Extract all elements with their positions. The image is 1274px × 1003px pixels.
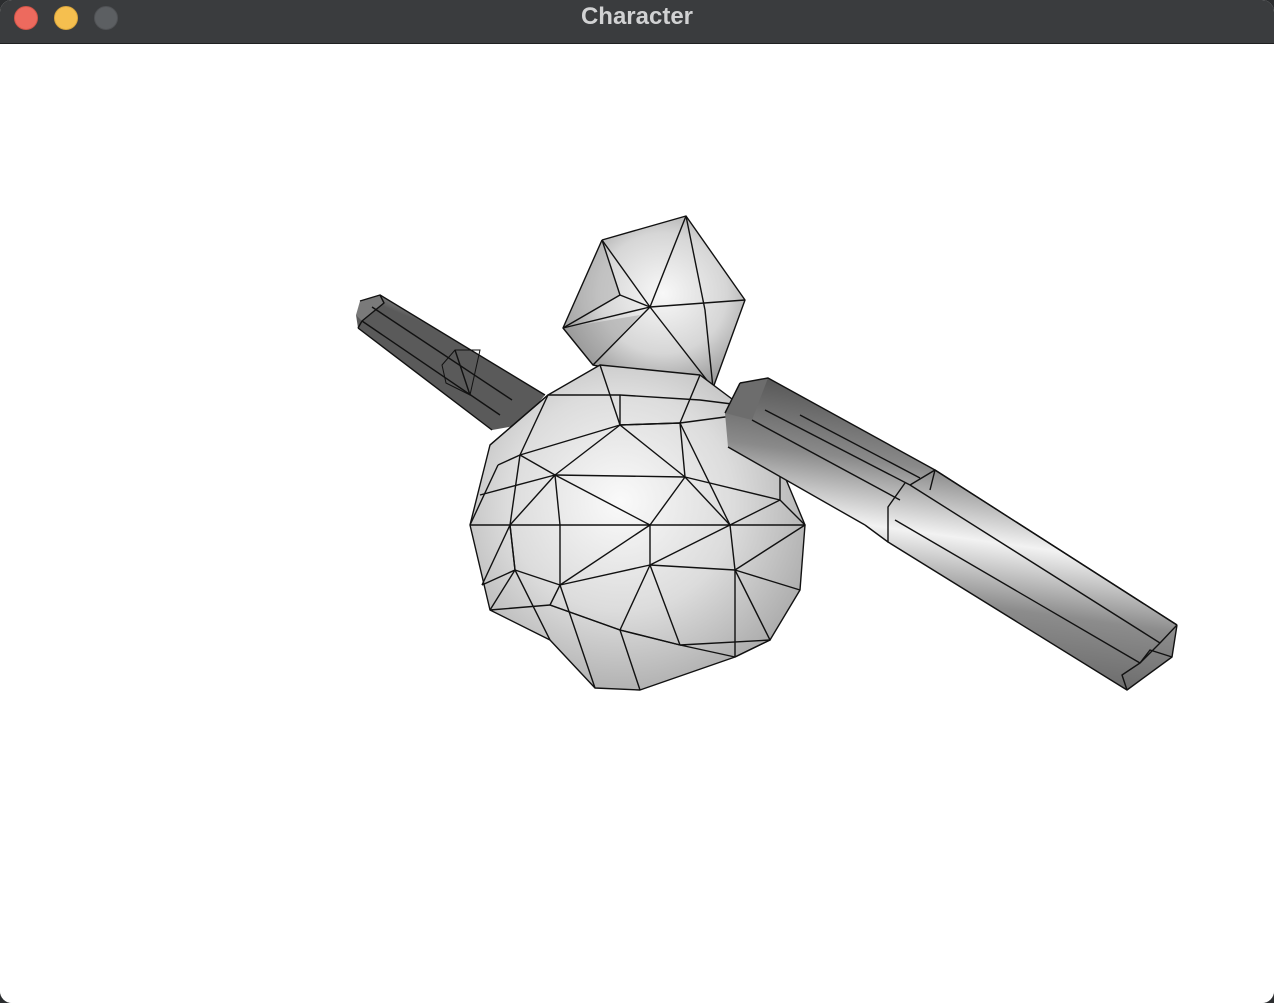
head-polyhedron	[562, 215, 746, 389]
app-window: Character	[0, 0, 1274, 1003]
window-title: Character	[580, 3, 694, 30]
3d-viewport[interactable]	[0, 45, 1274, 1003]
scene-canvas[interactable]	[0, 45, 1274, 1003]
left-arm-cylinder	[356, 294, 546, 431]
title-bar[interactable]: Character	[0, 0, 1274, 44]
